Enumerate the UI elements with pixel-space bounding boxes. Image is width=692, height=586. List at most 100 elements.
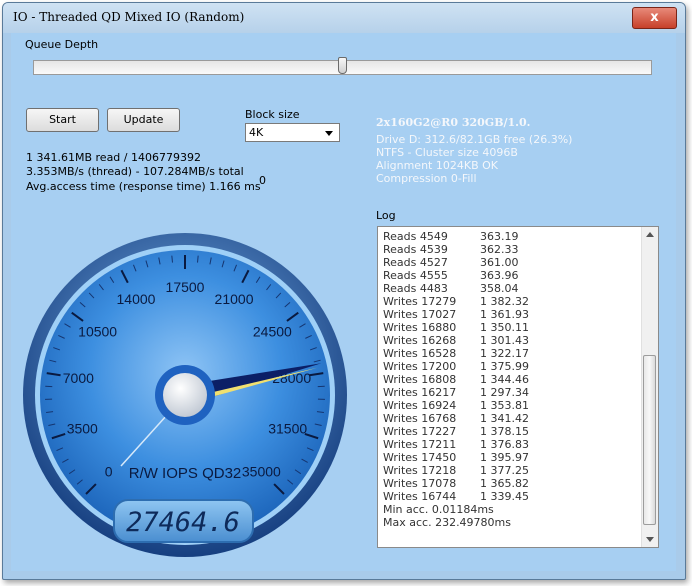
client-area: Queue Depth Start Update Block size 4K 1…	[11, 33, 676, 571]
log-row-operation: Writes 17078	[383, 477, 457, 490]
log-row-operation: Writes 16217	[383, 386, 457, 399]
log-row: Writes 16217 1 297.34	[383, 386, 529, 399]
log-row: Reads 4483 358.04	[383, 282, 529, 295]
log-label: Log	[376, 209, 396, 222]
log-scrollbar-thumb[interactable]	[643, 355, 656, 525]
log-row-operation: Writes 17211	[383, 438, 457, 451]
log-row-operation: Reads 4555	[383, 269, 448, 282]
log-row-operation: Writes 17200	[383, 360, 457, 373]
gauge-tick-label: 14000	[117, 291, 156, 307]
log-content: Reads 4549 363.19 Reads 4539 362.33 Reads 45…	[383, 230, 529, 529]
log-row-value: 1 378.15	[480, 425, 529, 438]
gauge-title: R/W IOPS QD32	[129, 465, 242, 482]
gauge-minor-tick	[171, 255, 173, 263]
log-row: Writes 17027 1 361.93	[383, 308, 529, 321]
drive-name: 2x160G2@R0 320GB/1.0.	[376, 116, 531, 129]
log-scrollbar[interactable]	[641, 227, 658, 547]
log-row: Writes 16744 1 339.45	[383, 490, 529, 503]
stats-throughput-line: 3.353MB/s (thread) - 107.284MB/s total	[26, 165, 244, 178]
queue-depth-label: Queue Depth	[25, 38, 99, 51]
log-row: Writes 17450 1 395.97	[383, 451, 529, 464]
log-row: Writes 16768 1 341.42	[383, 412, 529, 425]
log-row-value: 1 322.17	[480, 347, 529, 360]
log-row-operation: Writes 16268	[383, 334, 457, 347]
log-list[interactable]: Reads 4549 363.19 Reads 4539 362.33 Reads 45…	[377, 226, 659, 548]
log-row-value: 1 375.99	[480, 360, 529, 373]
drive-compression: Compression 0-Fill	[376, 172, 477, 185]
log-row-value: 1 395.97	[480, 451, 529, 464]
log-row-operation: Reads 4539	[383, 243, 448, 256]
iops-gauge: 0350070001050014000175002100024500280003…	[23, 233, 347, 557]
log-row: Writes 17227 1 378.15	[383, 425, 529, 438]
log-row: Writes 16808 1 344.46	[383, 373, 529, 386]
stats-zero-value: 0	[259, 174, 266, 187]
stats-read-line: 1 341.61MB read / 1406779392	[26, 151, 201, 164]
log-row-value: 1 382.32	[480, 295, 529, 308]
log-row-operation: Writes 17450	[383, 451, 457, 464]
log-row-operation: Writes 17027	[383, 308, 457, 321]
gauge-tick-label: 3500	[67, 420, 98, 436]
log-row-value: 1 353.81	[480, 399, 529, 412]
log-row-value: 1 376.83	[480, 438, 529, 451]
window-title: IO - Threaded QD Mixed IO (Random)	[13, 10, 245, 24]
log-row: Reads 4549 363.19	[383, 230, 529, 243]
log-row-value: 1 361.93	[480, 308, 529, 321]
block-size-value: 4K	[249, 126, 264, 139]
gauge-tick-label: 21000	[215, 291, 254, 307]
title-bar[interactable]: IO - Threaded QD Mixed IO (Random) x	[3, 3, 685, 33]
log-row-value: 1 344.46	[480, 373, 529, 386]
log-row-value: 363.96	[480, 269, 519, 282]
log-row-operation: Writes 16768	[383, 412, 457, 425]
log-row: Reads 4527 361.00	[383, 256, 529, 269]
log-row-value: 1 301.43	[480, 334, 529, 347]
drive-alignment: Alignment 1024KB OK	[376, 159, 498, 172]
log-row: Writes 16880 1 350.11	[383, 321, 529, 334]
drive-filesystem: NTFS - Cluster size 4096B	[376, 146, 518, 159]
log-row-value: 1 350.11	[480, 321, 529, 334]
log-row: Writes 17200 1 375.99	[383, 360, 529, 373]
gauge-minor-tick	[197, 255, 199, 263]
start-button[interactable]: Start	[26, 108, 99, 132]
gauge-tick-label: 24500	[253, 324, 292, 340]
queue-depth-slider-thumb[interactable]	[337, 57, 347, 74]
gauge-tick-label: 31500	[268, 420, 307, 436]
log-row: Reads 4555 363.96	[383, 269, 529, 282]
log-row-value: 361.00	[480, 256, 519, 269]
gauge-tick-label: 0	[105, 463, 113, 479]
log-row: Writes 17211 1 376.83	[383, 438, 529, 451]
log-row-operation: Reads 4527	[383, 256, 448, 269]
gauge-readout: 27464.6	[126, 507, 240, 538]
app-window: IO - Threaded QD Mixed IO (Random) x Que…	[2, 2, 686, 580]
log-row-value: 363.19	[480, 230, 519, 243]
gauge-tick-label: 10500	[78, 324, 117, 340]
gauge-tick-label: 7000	[63, 370, 94, 386]
log-row-operation: Reads 4483	[383, 282, 448, 295]
log-row-operation: Writes 16880	[383, 321, 457, 334]
scroll-down-icon[interactable]	[646, 537, 654, 542]
block-size-select[interactable]: 4K	[245, 123, 340, 142]
log-row: Writes 17078 1 365.82	[383, 477, 529, 490]
block-size-label: Block size	[245, 108, 300, 121]
log-row-operation: Writes 16808	[383, 373, 457, 386]
scroll-up-icon[interactable]	[646, 232, 654, 237]
drive-free-space: Drive D: 312.6/82.1GB free (26.3%)	[376, 133, 573, 146]
stats-access-time-line: Avg.access time (response time) 1.166 ms	[26, 180, 261, 193]
gauge-tick-label: 35000	[242, 463, 281, 479]
log-row-value: 358.04	[480, 282, 519, 295]
log-row-operation: Writes 17279	[383, 295, 457, 308]
log-row: Writes 17279 1 382.32	[383, 295, 529, 308]
log-row: Writes 17218 1 377.25	[383, 464, 529, 477]
log-row-operation: Writes 17218	[383, 464, 457, 477]
update-button[interactable]: Update	[107, 108, 180, 132]
log-row-operation: Reads 4549	[383, 230, 448, 243]
log-row-value: 1 377.25	[480, 464, 529, 477]
gauge-hub	[163, 373, 207, 417]
close-button[interactable]: x	[632, 7, 677, 29]
log-row-operation: Writes 16744	[383, 490, 457, 503]
gauge-tick-label: 17500	[166, 279, 205, 295]
log-row: Writes 16268 1 301.43	[383, 334, 529, 347]
log-row-value: 362.33	[480, 243, 519, 256]
log-row: Writes 16924 1 353.81	[383, 399, 529, 412]
log-row-value: 1 341.42	[480, 412, 529, 425]
log-row-operation: Writes 16528	[383, 347, 457, 360]
